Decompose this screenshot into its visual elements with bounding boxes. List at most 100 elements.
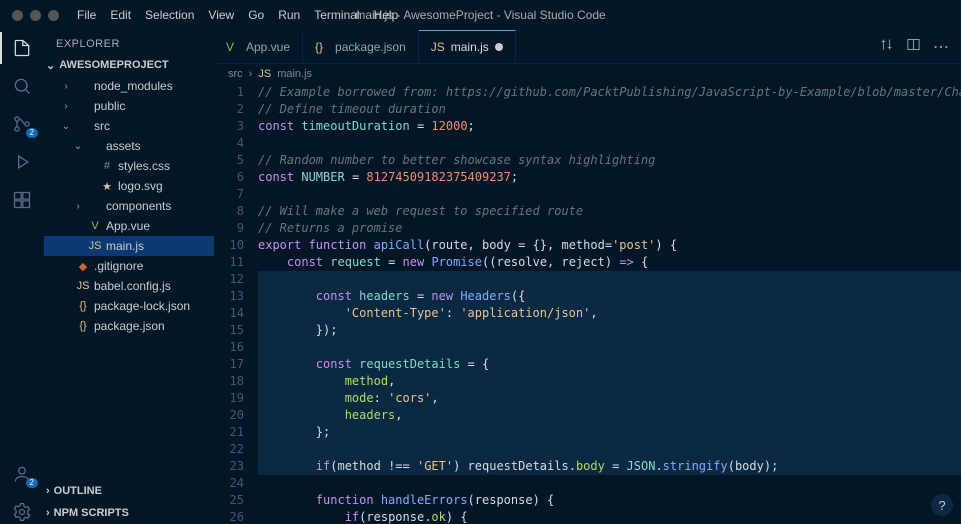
- code-line[interactable]: headers,: [258, 407, 961, 424]
- help-button[interactable]: ?: [931, 494, 953, 516]
- file-icon: {}: [76, 300, 90, 312]
- explorer-title: EXPLORER: [44, 30, 214, 54]
- scm-badge: 2: [26, 128, 38, 138]
- code-editor[interactable]: 1234567891011121314151617181920212223242…: [214, 84, 961, 524]
- run-debug-icon[interactable]: [10, 150, 34, 174]
- code-line[interactable]: const request = new Promise((resolve, re…: [258, 254, 961, 271]
- chevron-right-icon: ›: [249, 68, 253, 80]
- file-icon: ◆: [76, 260, 90, 273]
- file-icon: JS: [76, 280, 90, 292]
- tree-item-src[interactable]: ⌄src: [44, 116, 214, 136]
- menu-view[interactable]: View: [202, 4, 240, 26]
- activity-bar: 2 2: [0, 30, 44, 524]
- code-line[interactable]: [258, 186, 961, 203]
- menu-bar[interactable]: FileEditSelectionViewGoRunTerminalHelp: [71, 4, 404, 26]
- tree-item-components[interactable]: ›components: [44, 196, 214, 216]
- tab-app-vue[interactable]: VApp.vue: [214, 30, 303, 63]
- menu-go[interactable]: Go: [242, 4, 270, 26]
- tab-main-js[interactable]: JS main.js: [419, 30, 516, 63]
- code-line[interactable]: [258, 475, 961, 492]
- code-line[interactable]: [258, 339, 961, 356]
- code-line[interactable]: const requestDetails = {: [258, 356, 961, 373]
- tab-label: package.json: [335, 40, 406, 54]
- accounts-badge: 2: [26, 478, 38, 488]
- tab-label: main.js: [451, 40, 489, 54]
- extensions-icon[interactable]: [10, 188, 34, 212]
- file-icon: JS: [88, 240, 102, 252]
- file-tree[interactable]: ›node_modules›public⌄src⌄assets # styles.c…: [44, 76, 214, 480]
- file-icon: #: [100, 160, 114, 172]
- code-line[interactable]: if(method !== 'GET') requestDetails.body…: [258, 458, 961, 475]
- code-line[interactable]: method,: [258, 373, 961, 390]
- max-dot[interactable]: [48, 10, 59, 21]
- file-icon: JS: [431, 40, 445, 54]
- code-line[interactable]: export function apiCall(route, body = {}…: [258, 237, 961, 254]
- tree-label: src: [94, 119, 110, 133]
- compare-changes-icon[interactable]: [879, 37, 894, 57]
- tree-label: styles.css: [118, 159, 170, 173]
- tab-package-json[interactable]: {}package.json: [303, 30, 419, 63]
- menu-run[interactable]: Run: [272, 4, 306, 26]
- project-header[interactable]: ⌄AWESOMEPROJECT: [44, 54, 214, 76]
- code-line[interactable]: };: [258, 424, 961, 441]
- tab-bar[interactable]: VApp.vue{}package.json JS main.js ⋯: [214, 30, 961, 64]
- tree-item-public[interactable]: ›public: [44, 96, 214, 116]
- chevron-icon: ›: [60, 101, 72, 112]
- title-bar: FileEditSelectionViewGoRunTerminalHelp m…: [0, 0, 961, 30]
- tree-item-assets[interactable]: ⌄assets: [44, 136, 214, 156]
- breadcrumb-item[interactable]: src: [228, 68, 243, 80]
- accounts-icon[interactable]: 2: [10, 462, 34, 486]
- breadcrumb[interactable]: src›JS main.js: [214, 64, 961, 84]
- code-line[interactable]: const headers = new Headers({: [258, 288, 961, 305]
- settings-gear-icon[interactable]: [10, 500, 34, 524]
- section-outline[interactable]: ›OUTLINE: [44, 480, 214, 502]
- tree-item-main-js[interactable]: JS main.js: [44, 236, 214, 256]
- explorer-icon[interactable]: [10, 36, 34, 60]
- tree-item-package-json[interactable]: {}package.json: [44, 316, 214, 336]
- breadcrumb-item[interactable]: main.js: [277, 68, 312, 80]
- code-line[interactable]: // Example borrowed from: https://github…: [258, 84, 961, 101]
- explorer-sidebar: EXPLORER ⌄AWESOMEPROJECT ›node_modules›p…: [44, 30, 214, 524]
- split-editor-icon[interactable]: [906, 37, 921, 57]
- code-line[interactable]: // Will make a web request to specified …: [258, 203, 961, 220]
- code-line[interactable]: });: [258, 322, 961, 339]
- tree-item--gitignore[interactable]: ◆.gitignore: [44, 256, 214, 276]
- tree-item-styles-css[interactable]: # styles.css: [44, 156, 214, 176]
- code-line[interactable]: [258, 271, 961, 288]
- code-line[interactable]: // Define timeout duration: [258, 101, 961, 118]
- menu-selection[interactable]: Selection: [139, 4, 200, 26]
- tree-item-babel-config-js[interactable]: JSbabel.config.js: [44, 276, 214, 296]
- source-control-icon[interactable]: 2: [10, 112, 34, 136]
- tree-item-logo-svg[interactable]: ★logo.svg: [44, 176, 214, 196]
- tree-label: components: [106, 199, 171, 213]
- tree-label: App.vue: [106, 219, 150, 233]
- code-line[interactable]: const NUMBER = 81274509182375409237;: [258, 169, 961, 186]
- code-content[interactable]: // Example borrowed from: https://github…: [258, 84, 961, 524]
- code-line[interactable]: // Random number to better showcase synt…: [258, 152, 961, 169]
- file-icon: V: [88, 220, 102, 232]
- tree-item-node_modules[interactable]: ›node_modules: [44, 76, 214, 96]
- section-npm-scripts[interactable]: ›NPM SCRIPTS: [44, 502, 214, 524]
- min-dot[interactable]: [30, 10, 41, 21]
- code-line[interactable]: function handleErrors(response) {: [258, 492, 961, 509]
- chevron-icon: ›: [60, 81, 72, 92]
- code-line[interactable]: mode: 'cors',: [258, 390, 961, 407]
- code-line[interactable]: const timeoutDuration = 12000;: [258, 118, 961, 135]
- more-actions-icon[interactable]: ⋯: [933, 37, 949, 57]
- tree-label: main.js: [106, 239, 144, 253]
- tree-label: package-lock.json: [94, 299, 190, 313]
- menu-file[interactable]: File: [71, 4, 102, 26]
- window-title: main.js - AwesomeProject - Visual Studio…: [355, 8, 605, 22]
- tree-item-app-vue[interactable]: V App.vue: [44, 216, 214, 236]
- tab-label: App.vue: [246, 40, 290, 54]
- code-line[interactable]: if(response.ok) {: [258, 509, 961, 524]
- code-line[interactable]: [258, 441, 961, 458]
- window-controls[interactable]: [0, 10, 71, 21]
- search-icon[interactable]: [10, 74, 34, 98]
- code-line[interactable]: 'Content-Type': 'application/json',: [258, 305, 961, 322]
- close-dot[interactable]: [12, 10, 23, 21]
- menu-edit[interactable]: Edit: [104, 4, 137, 26]
- tree-item-package-lock-json[interactable]: {} package-lock.json: [44, 296, 214, 316]
- code-line[interactable]: // Returns a promise: [258, 220, 961, 237]
- code-line[interactable]: [258, 135, 961, 152]
